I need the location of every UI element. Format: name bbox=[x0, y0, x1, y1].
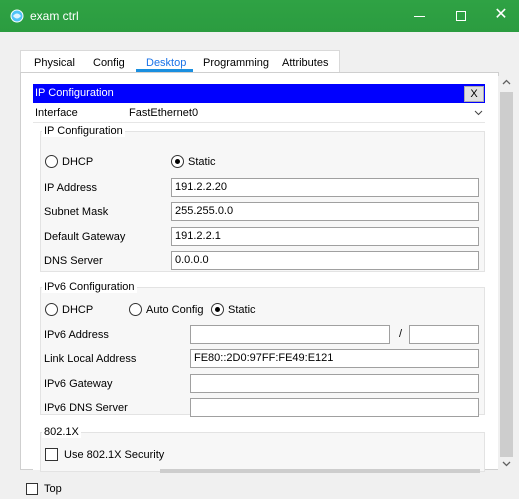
ip-address-field[interactable]: 191.2.2.20 bbox=[171, 178, 479, 197]
horizontal-scrollbar-thumb[interactable] bbox=[160, 469, 480, 473]
subnet-mask-field[interactable]: 255.255.0.0 bbox=[171, 202, 479, 221]
ipv6-auto-config-label: Auto Config bbox=[146, 304, 204, 316]
ipv6-auto-config-radio[interactable] bbox=[129, 303, 142, 316]
ipv6-static-radio[interactable] bbox=[211, 303, 224, 316]
title-bar: exam ctrl ✕ bbox=[0, 0, 519, 32]
interface-divider bbox=[33, 122, 485, 123]
close-button[interactable]: ✕ bbox=[481, 0, 519, 32]
chevron-down-icon bbox=[474, 110, 483, 116]
window-title: exam ctrl bbox=[30, 9, 79, 23]
ipv6-gateway-label: IPv6 Gateway bbox=[44, 378, 113, 390]
link-local-address-label: Link Local Address bbox=[44, 353, 137, 365]
minimize-button[interactable] bbox=[399, 0, 439, 32]
prefix-separator: / bbox=[399, 328, 403, 340]
vertical-scrollbar-thumb[interactable] bbox=[500, 92, 513, 457]
scroll-up-icon[interactable] bbox=[502, 79, 511, 85]
ip-config-close-button[interactable]: X bbox=[464, 86, 484, 102]
ipv4-dhcp-radio[interactable] bbox=[45, 155, 58, 168]
ip-config-title-bar: IP Configuration bbox=[33, 84, 485, 103]
interface-row[interactable]: Interface FastEthernet0 bbox=[33, 105, 485, 123]
dot1x-group-title: 802.1X bbox=[42, 426, 81, 438]
tab-config[interactable]: Config bbox=[93, 55, 125, 73]
dns-server-field[interactable]: 0.0.0.0 bbox=[171, 251, 479, 270]
tab-physical[interactable]: Physical bbox=[34, 55, 75, 73]
subnet-mask-label: Subnet Mask bbox=[44, 206, 109, 218]
tab-programming[interactable]: Programming bbox=[203, 55, 269, 73]
minimize-icon bbox=[413, 15, 425, 17]
ipv4-dhcp-label: DHCP bbox=[62, 156, 94, 168]
ipv6-dhcp-radio[interactable] bbox=[45, 303, 58, 316]
app-icon bbox=[10, 9, 24, 23]
ipv6-group-title: IPv6 Configuration bbox=[42, 281, 137, 293]
ipv6-address-field[interactable] bbox=[190, 325, 390, 344]
link-local-address-field[interactable]: FE80::2D0:97FF:FE49:E121 bbox=[190, 349, 479, 368]
maximize-button[interactable] bbox=[441, 0, 481, 32]
footer-bar bbox=[0, 478, 519, 499]
close-icon: ✕ bbox=[494, 6, 508, 23]
ipv6-static-label: Static bbox=[228, 304, 256, 316]
tab-attributes[interactable]: Attributes bbox=[282, 55, 328, 73]
ipv6-dns-server-field[interactable] bbox=[190, 398, 479, 417]
ipv6-prefix-field[interactable] bbox=[409, 325, 479, 344]
ip-address-label: IP Address bbox=[44, 182, 97, 194]
ipv6-address-label: IPv6 Address bbox=[44, 329, 109, 341]
ipv6-dhcp-label: DHCP bbox=[62, 304, 94, 316]
default-gateway-field[interactable]: 191.2.2.1 bbox=[171, 227, 479, 246]
scroll-down-icon[interactable] bbox=[502, 461, 511, 467]
interface-select[interactable]: FastEthernet0 bbox=[129, 107, 198, 119]
top-label: Top bbox=[44, 483, 62, 495]
top-checkbox[interactable] bbox=[26, 483, 38, 495]
default-gateway-label: Default Gateway bbox=[44, 231, 126, 243]
ipv4-group-title: IP Configuration bbox=[42, 125, 125, 137]
use-8021x-security-checkbox[interactable] bbox=[45, 448, 58, 461]
maximize-icon bbox=[456, 11, 466, 22]
ipv6-dns-server-label: IPv6 DNS Server bbox=[44, 402, 128, 414]
interface-label: Interface bbox=[35, 107, 78, 119]
ipv4-static-label: Static bbox=[188, 156, 216, 168]
dns-server-label: DNS Server bbox=[44, 255, 103, 267]
ipv6-gateway-field[interactable] bbox=[190, 374, 479, 393]
ipv4-static-radio[interactable] bbox=[171, 155, 184, 168]
use-8021x-security-label: Use 802.1X Security bbox=[64, 449, 165, 461]
